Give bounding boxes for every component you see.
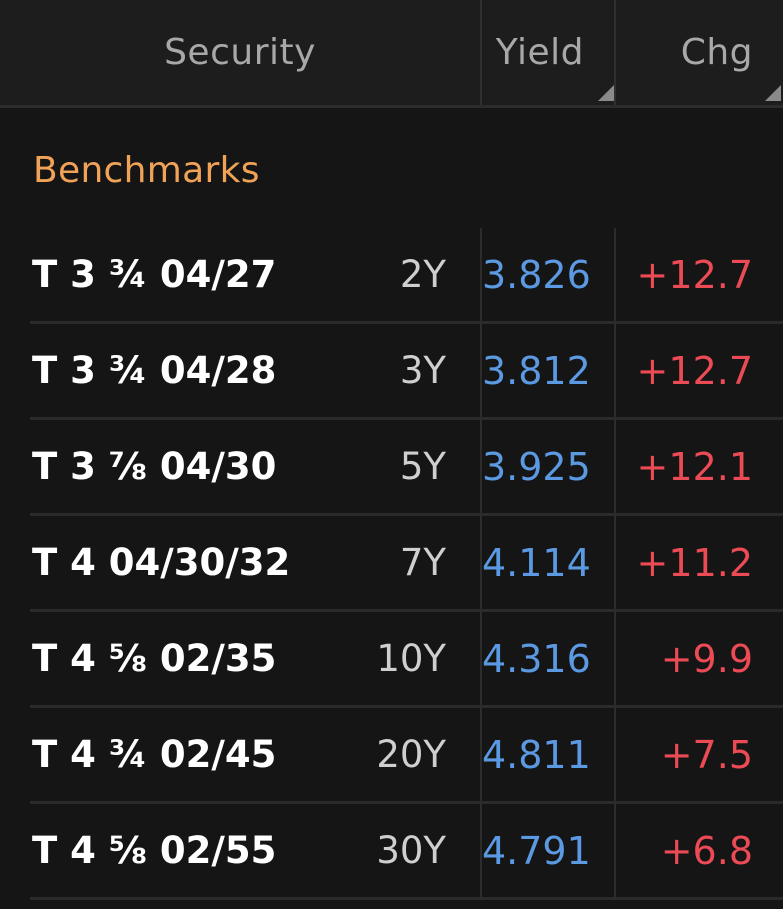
- column-header-chg[interactable]: Chg: [616, 0, 783, 105]
- security-tenor: 7Y: [399, 541, 446, 584]
- section-title-benchmarks: Benchmarks: [33, 150, 260, 191]
- row-divider: [614, 804, 616, 900]
- security-yield: 4.791: [482, 828, 591, 873]
- security-yield: 4.811: [482, 732, 591, 777]
- security-name: T 3 ¾ 04/27: [32, 253, 277, 296]
- column-header-yield-label: Yield: [495, 32, 584, 73]
- security-change: +9.9: [660, 636, 753, 681]
- table-row[interactable]: T 4 ¾ 02/45 20Y 4.811 +7.5: [30, 708, 783, 804]
- security-yield: 3.826: [482, 252, 591, 297]
- table-row[interactable]: T 4 04/30/32 7Y 4.114 +11.2: [30, 516, 783, 612]
- security-yield: 3.925: [482, 444, 591, 489]
- security-yield: 4.114: [482, 540, 591, 585]
- row-divider: [614, 324, 616, 420]
- security-change: +6.8: [660, 828, 753, 873]
- column-header-security[interactable]: Security: [0, 0, 480, 105]
- security-tenor: 10Y: [376, 637, 446, 680]
- security-tenor: 5Y: [399, 445, 446, 488]
- row-divider: [614, 516, 616, 612]
- sort-indicator-icon[interactable]: [598, 85, 614, 101]
- security-yield: 3.812: [482, 348, 591, 393]
- security-name: T 4 ⅝ 02/55: [32, 829, 277, 872]
- security-tenor: 2Y: [399, 253, 446, 296]
- security-tenor: 30Y: [376, 829, 446, 872]
- table-header: Security Yield Chg: [0, 0, 783, 108]
- row-divider: [614, 228, 616, 324]
- security-tenor: 20Y: [376, 733, 446, 776]
- security-name: T 4 ⅝ 02/35: [32, 637, 277, 680]
- security-change: +7.5: [660, 732, 753, 777]
- security-change: +11.2: [636, 540, 753, 585]
- table-row[interactable]: T 3 ⅞ 04/30 5Y 3.925 +12.1: [30, 420, 783, 516]
- table-row[interactable]: T 4 ⅝ 02/55 30Y 4.791 +6.8: [30, 804, 783, 900]
- column-header-yield[interactable]: Yield: [482, 0, 614, 105]
- security-name: T 3 ⅞ 04/30: [32, 445, 277, 488]
- row-divider: [614, 612, 616, 708]
- sort-indicator-icon[interactable]: [765, 85, 781, 101]
- security-yield: 4.316: [482, 636, 591, 681]
- table-row[interactable]: T 3 ¾ 04/28 3Y 3.812 +12.7: [30, 324, 783, 420]
- column-header-security-label: Security: [164, 32, 316, 73]
- security-name: T 4 04/30/32: [32, 541, 291, 584]
- table-row[interactable]: T 4 ⅝ 02/35 10Y 4.316 +9.9: [30, 612, 783, 708]
- security-change: +12.7: [636, 348, 753, 393]
- column-header-chg-label: Chg: [680, 32, 753, 73]
- row-divider: [614, 708, 616, 804]
- security-name: T 4 ¾ 02/45: [32, 733, 277, 776]
- benchmarks-list: T 3 ¾ 04/27 2Y 3.826 +12.7 T 3 ¾ 04/28 3…: [0, 228, 783, 900]
- security-change: +12.1: [636, 444, 753, 489]
- security-change: +12.7: [636, 252, 753, 297]
- row-divider: [614, 420, 616, 516]
- security-name: T 3 ¾ 04/28: [32, 349, 277, 392]
- table-row[interactable]: T 3 ¾ 04/27 2Y 3.826 +12.7: [30, 228, 783, 324]
- security-tenor: 3Y: [399, 349, 446, 392]
